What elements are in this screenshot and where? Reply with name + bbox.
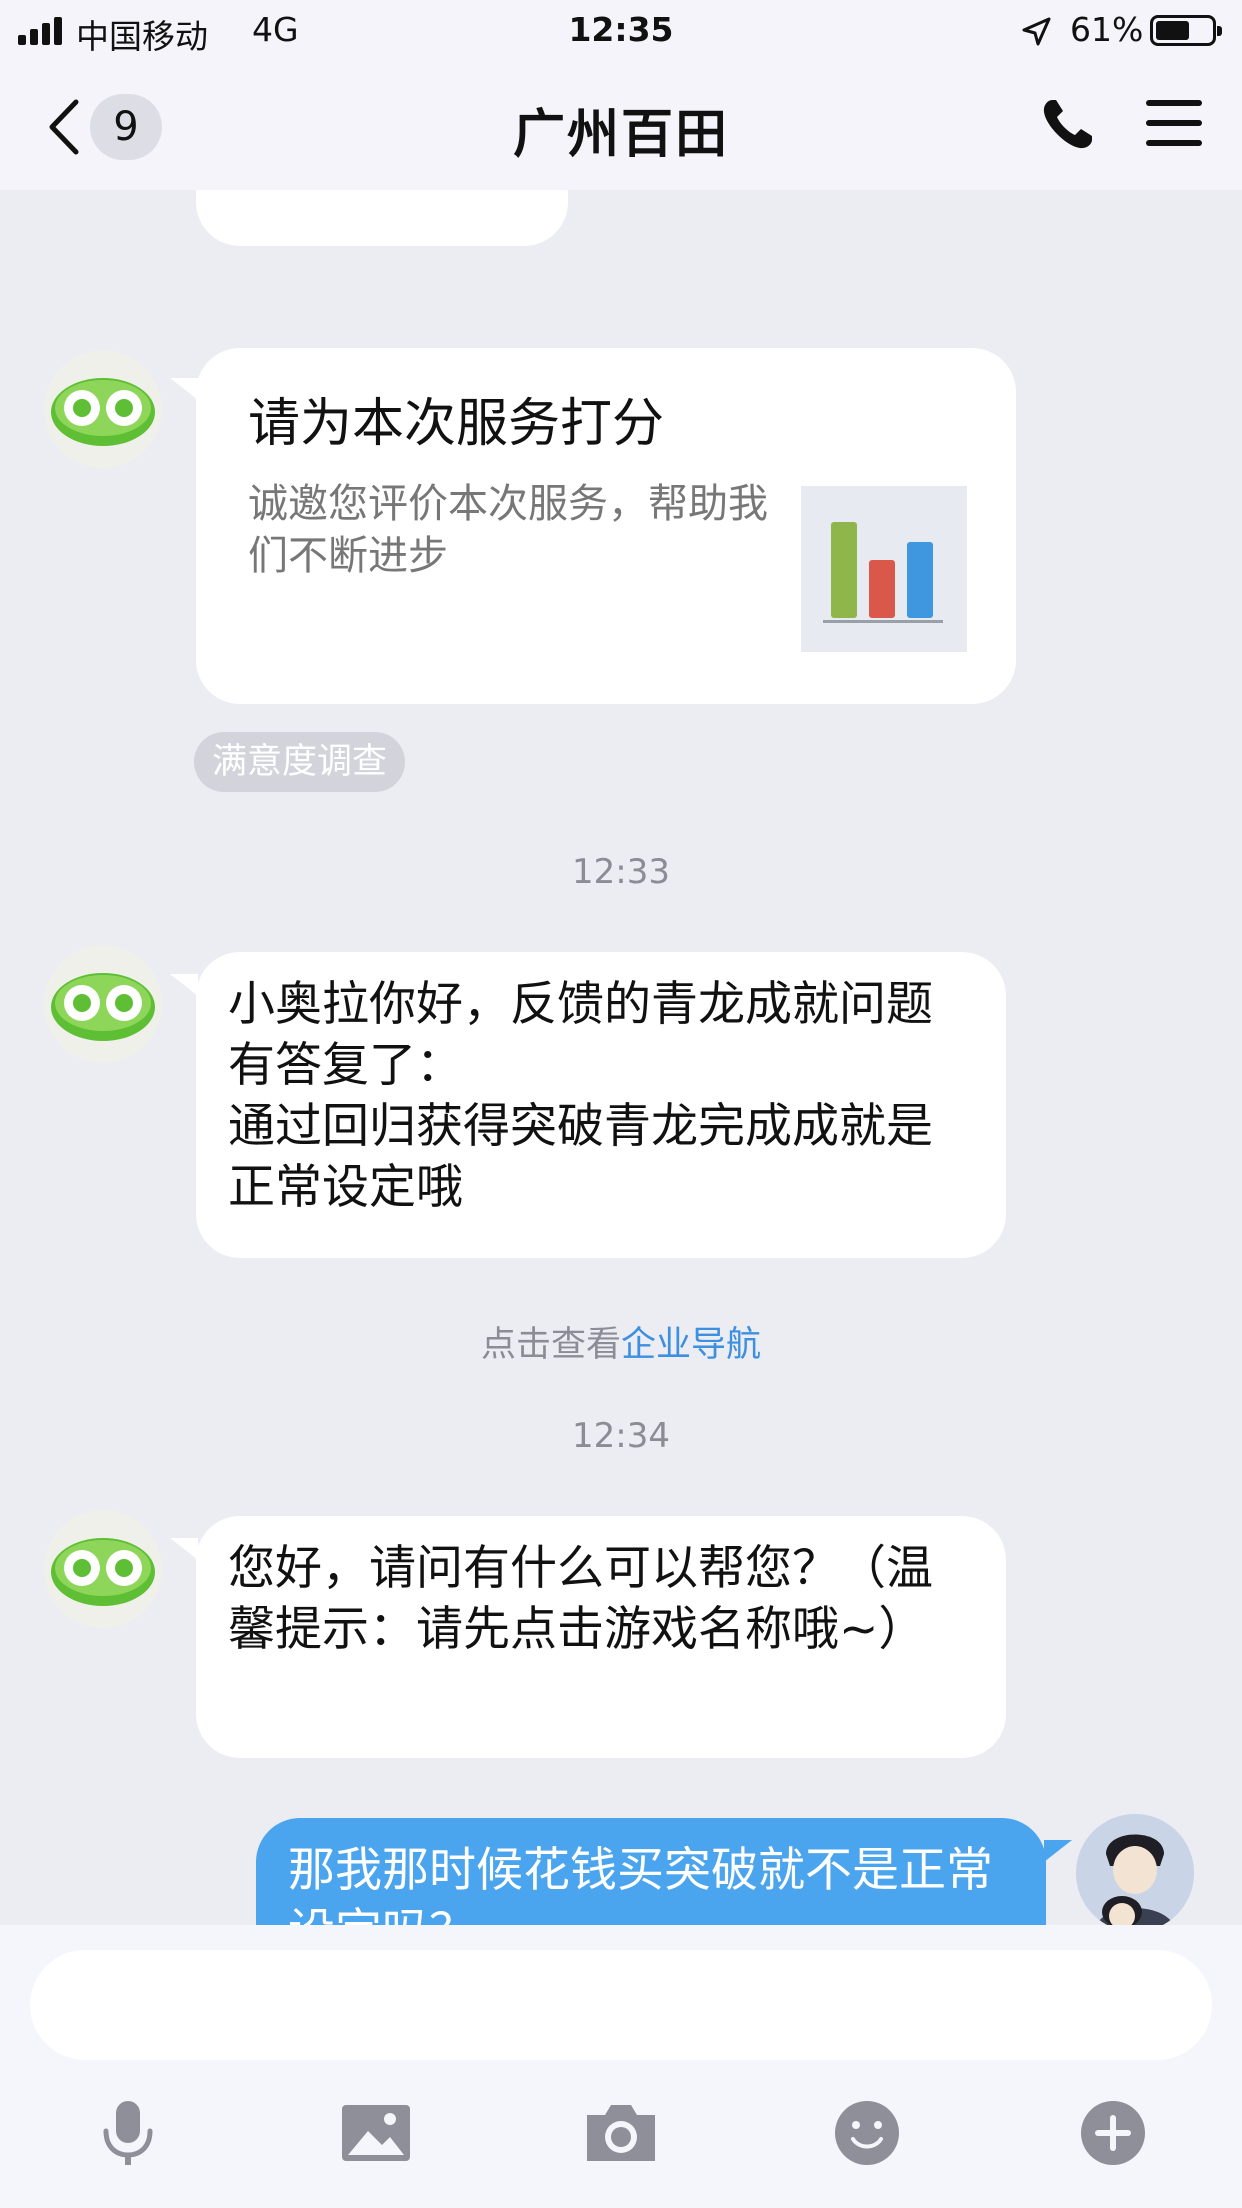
emoji-icon[interactable]: [829, 2095, 905, 2171]
status-bar: 中国移动 4G 12:35 61%: [0, 0, 1242, 62]
message-text: 您好，请问有什么可以帮您？（温馨提示：请先点击游戏名称哦~）: [228, 1541, 933, 1657]
enterprise-navigation-link[interactable]: 企业导航: [621, 1325, 761, 1365]
microphone-icon[interactable]: [90, 2095, 166, 2171]
bot-avatar[interactable]: [44, 350, 162, 468]
status-time: 12:35: [568, 10, 674, 49]
nav-bar: 9 广州百田: [0, 62, 1242, 190]
previous-message-bubble[interactable]: [196, 190, 568, 246]
timestamp: 12:34: [572, 1416, 670, 1456]
battery-percent: 61%: [1070, 10, 1144, 49]
camera-icon[interactable]: [583, 2095, 659, 2171]
plus-icon[interactable]: [1075, 2095, 1151, 2171]
system-notice-prefix: 点击查看: [480, 1325, 621, 1365]
battery-fill: [1156, 21, 1189, 40]
chat-area[interactable]: 请为本次服务打分 诚邀您评价本次服务，帮助我们不断进步 满意度调查 12:33 …: [0, 190, 1242, 1925]
service-logo-icon: [51, 973, 155, 1041]
rating-card-title: 请为本次服务打分: [248, 394, 665, 454]
phone-icon[interactable]: [1040, 96, 1096, 152]
rating-card[interactable]: 请为本次服务打分 诚邀您评价本次服务，帮助我们不断进步: [196, 348, 1016, 704]
message-bubble-incoming[interactable]: 您好，请问有什么可以帮您？（温馨提示：请先点击游戏名称哦~）: [196, 1516, 1006, 1758]
message-text: 小奥拉你好，反馈的青龙成就问题有答复了： 通过回归获得突破青龙完成成就是正常设定…: [228, 977, 933, 1215]
menu-icon[interactable]: [1146, 100, 1202, 146]
battery-icon: [1150, 15, 1222, 46]
image-icon[interactable]: [338, 2095, 414, 2171]
message-bubble-incoming[interactable]: 小奥拉你好，反馈的青龙成就问题有答复了： 通过回归获得突破青龙完成成就是正常设定…: [196, 952, 1006, 1258]
service-logo-icon: [51, 1538, 155, 1606]
message-text: 那我那时候花钱买突破就不是正常设定吗？: [288, 1843, 993, 1925]
message-input[interactable]: [30, 1950, 1212, 2060]
timestamp: 12:33: [572, 852, 670, 892]
message-bubble-outgoing[interactable]: 那我那时候花钱买突破就不是正常设定吗？: [256, 1818, 1046, 1925]
bot-avatar[interactable]: [44, 1510, 162, 1628]
service-logo-icon: [51, 378, 155, 446]
system-notice: 点击查看企业导航: [0, 1316, 1242, 1367]
user-avatar[interactable]: [1076, 1814, 1194, 1925]
location-arrow-icon: [1022, 17, 1051, 46]
top-bar: 中国移动 4G 12:35 61% 9 广州百田: [0, 0, 1242, 190]
rating-card-description: 诚邀您评价本次服务，帮助我们不断进步: [248, 481, 768, 579]
satisfaction-survey-tag[interactable]: 满意度调查: [194, 732, 406, 792]
bar-chart-thumbnail-icon: [801, 486, 967, 652]
bot-avatar[interactable]: [44, 945, 162, 1063]
composer-bar: [0, 1925, 1242, 2208]
